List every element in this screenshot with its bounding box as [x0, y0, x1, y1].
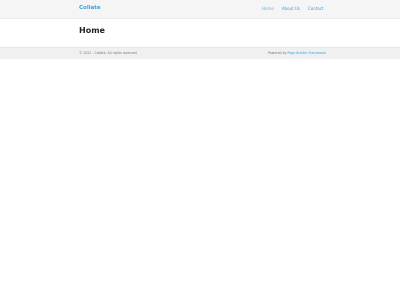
powered-by-text: Powered by Page Builder Framework — [268, 51, 326, 56]
nav-item-contact[interactable]: Contact — [304, 5, 328, 12]
site-logo-link[interactable]: Collate — [79, 5, 101, 12]
nav-item-home[interactable]: Home — [258, 5, 278, 12]
page-title: Home — [79, 26, 105, 35]
powered-by-prefix: Powered by — [268, 51, 287, 55]
main-nav: Home About Us Contact — [258, 5, 327, 12]
powered-by-link[interactable]: Page Builder Framework — [288, 51, 327, 55]
nav-item-about-us[interactable]: About Us — [278, 5, 304, 12]
site-footer: © 2022 - Collate. All rights reserved Po… — [0, 47, 400, 59]
site-header: Collate Home About Us Contact — [0, 0, 400, 19]
copyright-text: © 2022 - Collate. All rights reserved — [79, 51, 137, 55]
